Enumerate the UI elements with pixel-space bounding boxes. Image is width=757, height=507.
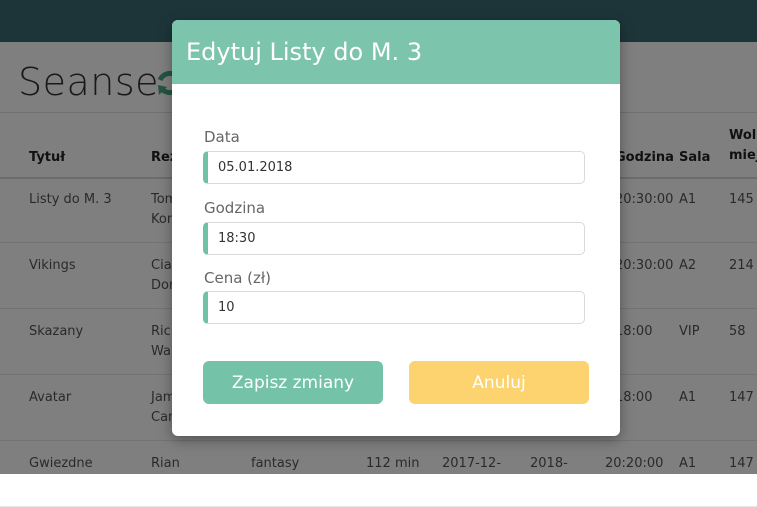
save-button[interactable]: Zapisz zmiany [203,361,383,404]
date-label: Data [204,128,240,146]
hour-label: Godzina [204,199,266,217]
hour-field[interactable] [203,222,585,255]
edit-screening-modal: Edytuj Listy do M. 3 Data Godzina Cena (… [172,20,620,436]
cancel-button[interactable]: Anuluj [409,361,589,404]
price-field[interactable] [203,291,585,324]
modal-title: Edytuj Listy do M. 3 [186,38,423,66]
date-field[interactable] [203,151,585,184]
modal-header: Edytuj Listy do M. 3 [172,20,620,84]
price-label: Cena (zł) [204,269,272,287]
